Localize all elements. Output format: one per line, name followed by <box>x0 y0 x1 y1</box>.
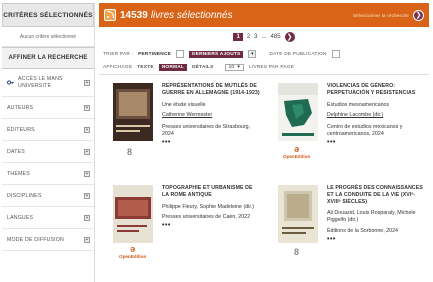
facet-access-label: ACCÈS LE MANS UNIVERSITÉ <box>18 76 63 89</box>
more-options-icon[interactable]: ••• <box>162 222 260 230</box>
book-metadata: VIOLENCIAS DE GÉNERO: PERPETUACIÓN Y RES… <box>327 83 425 147</box>
view-label: AFFICHAGE <box>103 65 133 70</box>
book-title[interactable]: TOPOGRAPHIE ET URBANISME DE LA ROME ANTI… <box>162 185 260 199</box>
expand-icon[interactable]: + <box>84 214 90 221</box>
book-cover-image[interactable] <box>113 185 153 243</box>
book-result[interactable]: 8 LE PROGRÈS DES CONNAISSANCES ET LA CON… <box>264 185 424 280</box>
facet-themes-label: THÈMES <box>7 170 30 177</box>
results-label: livres sélectionnés <box>150 9 233 21</box>
sort-relevance[interactable]: PERTINENCE <box>138 52 171 57</box>
expand-icon[interactable]: + <box>84 104 90 111</box>
facet-disciplines-label: DISCIPLINES <box>7 192 42 199</box>
openedition-logo-text: OpenEdition <box>283 154 311 159</box>
no-criteria-text: Aucun critère sélectionné <box>2 27 94 47</box>
book-author[interactable]: Catherine Wermester <box>162 112 260 119</box>
book-metadata: LE PROGRÈS DES CONNAISSANCES ET LA CONDU… <box>327 185 425 244</box>
book-metadata: REPRÉSENTATIONS DE MUTILÉS DE GUERRE EN … <box>162 83 260 147</box>
facet-languages-label: LANGUES <box>7 214 34 221</box>
per-page-value: 10 <box>228 65 235 70</box>
book-editors[interactable]: Philippe Fleury, Sophie Madeleine (dir.) <box>162 204 260 211</box>
facet-languages[interactable]: LANGUES + <box>2 207 94 229</box>
book-publisher: Éditions de la Sorbonne, 2024 <box>327 227 398 234</box>
expand-icon[interactable]: + <box>84 236 90 243</box>
book-result[interactable]: ə OpenEdition VIOLENCIAS DE GÉNERO: PERP… <box>264 83 424 178</box>
facet-dates[interactable]: DATES + <box>2 141 94 163</box>
book-publisher: Centro de estudios mexicanos y centroame… <box>327 124 403 137</box>
results-header-bar: 14539 livres sélectionnés Sélectionner l… <box>99 3 429 27</box>
more-options-icon[interactable]: ••• <box>162 139 260 147</box>
facet-themes[interactable]: THÈMES + <box>2 163 94 185</box>
facet-disciplines[interactable]: DISCIPLINES + <box>2 185 94 207</box>
sort-bar: TRIER PAR : PERTINENCE DERNIERS AJOUTS ▾… <box>99 47 429 61</box>
per-page-select[interactable]: 10 ▾ <box>224 64 244 71</box>
page-current[interactable]: 1 <box>233 33 243 41</box>
sort-recent-button[interactable]: DERNIERS AJOUTS <box>189 50 244 58</box>
book-metadata: TOPOGRAPHIE ET URBANISME DE LA ROME ANTI… <box>162 185 260 230</box>
sort-relevance-checkbox[interactable] <box>176 50 185 58</box>
expand-icon[interactable]: + <box>84 148 90 155</box>
book-author[interactable]: Delphine Lacombe (dir.) <box>327 112 425 119</box>
facet-publishers-label: ÉDITEURS <box>7 126 35 133</box>
expand-icon[interactable]: + <box>84 170 90 177</box>
book-subtitle: Une étude visuelle <box>162 101 206 108</box>
key-icon <box>7 80 14 85</box>
page: CRITÈRES SÉLECTIONNÉS Aucun critère séle… <box>0 0 433 282</box>
facet-authors[interactable]: AUTEURS + <box>2 97 94 119</box>
openedition-logo: ə OpenEdition <box>119 244 147 260</box>
book-result[interactable]: ə OpenEdition TOPOGRAPHIE ET URBANISME D… <box>99 185 259 280</box>
book-subtitle: Estudios mesoamericanos <box>327 101 390 108</box>
more-options-icon[interactable]: ••• <box>327 139 425 147</box>
main-content: 14539 livres sélectionnés Sélectionner l… <box>99 3 429 282</box>
book-title[interactable]: VIOLENCIAS DE GÉNERO: PERPETUACIÓN Y RES… <box>327 83 425 97</box>
sort-pubdate[interactable]: DATE DE PUBLICATION <box>269 52 326 57</box>
book-cover-image[interactable] <box>278 185 318 243</box>
access-restricted-icon: 8 <box>294 247 300 257</box>
book-title[interactable]: LE PROGRÈS DES CONNAISSANCES ET LA CONDU… <box>327 185 425 205</box>
expand-icon[interactable]: + <box>84 192 90 199</box>
book-publisher: Presses universitaires de Strasbourg, 20… <box>162 124 251 137</box>
page-link-3[interactable]: 3 <box>254 34 257 40</box>
sort-pubdate-checkbox[interactable] <box>331 50 340 58</box>
openedition-logo-text: OpenEdition <box>119 254 147 259</box>
facet-access[interactable]: ACCÈS LE MANS UNIVERSITÉ + <box>2 69 94 97</box>
sidebar: CRITÈRES SÉLECTIONNÉS Aucun critère séle… <box>2 3 95 282</box>
openedition-logo: ə OpenEdition <box>283 144 311 160</box>
refine-search-header: AFFINER LA RECHERCHE <box>2 47 94 69</box>
next-page-icon[interactable]: ❯ <box>284 32 295 42</box>
book-result[interactable]: 8 REPRÉSENTATIONS DE MUTILÉS DE GUERRE E… <box>99 83 260 178</box>
view-details[interactable]: DÉTAILS <box>192 65 214 70</box>
view-normal-button[interactable]: NORMAL <box>158 64 187 71</box>
book-editors[interactable]: Ali Douazid, Louis Rosparaly, Michele Pi… <box>327 210 425 224</box>
book-cover-image[interactable] <box>278 83 318 141</box>
facet-distribution-label: MODE DE DIFFUSION <box>7 236 65 243</box>
chevron-down-icon: ▾ <box>237 65 240 70</box>
facet-authors-label: AUTEURS <box>7 104 34 111</box>
view-text[interactable]: TEXTE <box>137 65 153 70</box>
access-restricted-icon: 8 <box>127 147 133 157</box>
book-cover-image[interactable] <box>113 83 153 141</box>
view-bar: AFFICHAGE TEXTE NORMAL DÉTAILS 10 ▾ LIVR… <box>99 61 429 75</box>
page-ellipsis: ... <box>261 34 267 40</box>
results-count: 14539 <box>120 9 148 21</box>
select-all-link[interactable]: Sélectionner la recherche <box>353 13 409 18</box>
facet-publishers[interactable]: ÉDITEURS + <box>2 119 94 141</box>
page-link-2[interactable]: 2 <box>247 34 250 40</box>
facet-access-line2: UNIVERSITÉ <box>18 82 52 89</box>
book-publisher: Presses universitaires de Caen, 2022 <box>162 214 251 221</box>
sort-label: TRIER PAR : <box>103 51 134 57</box>
expand-icon[interactable]: + <box>84 126 90 133</box>
more-options-icon[interactable]: ••• <box>327 236 425 244</box>
expand-icon[interactable]: + <box>84 79 90 86</box>
rss-icon[interactable] <box>104 9 116 21</box>
facet-dates-label: DATES <box>7 148 25 155</box>
sort-direction-icon[interactable]: ▾ <box>248 50 257 58</box>
page-link-last[interactable]: 485 <box>271 34 281 40</box>
per-page-label: LIVRES PAR PAGE <box>248 65 295 70</box>
select-all-arrow-icon[interactable]: ❯ <box>413 9 424 21</box>
selected-criteria-header: CRITÈRES SÉLECTIONNÉS <box>2 3 94 27</box>
book-title[interactable]: REPRÉSENTATIONS DE MUTILÉS DE GUERRE EN … <box>162 83 260 97</box>
facet-distribution-mode[interactable]: MODE DE DIFFUSION + <box>2 229 94 251</box>
pagination: 1 2 3 ... 485 ❯ <box>99 27 429 47</box>
